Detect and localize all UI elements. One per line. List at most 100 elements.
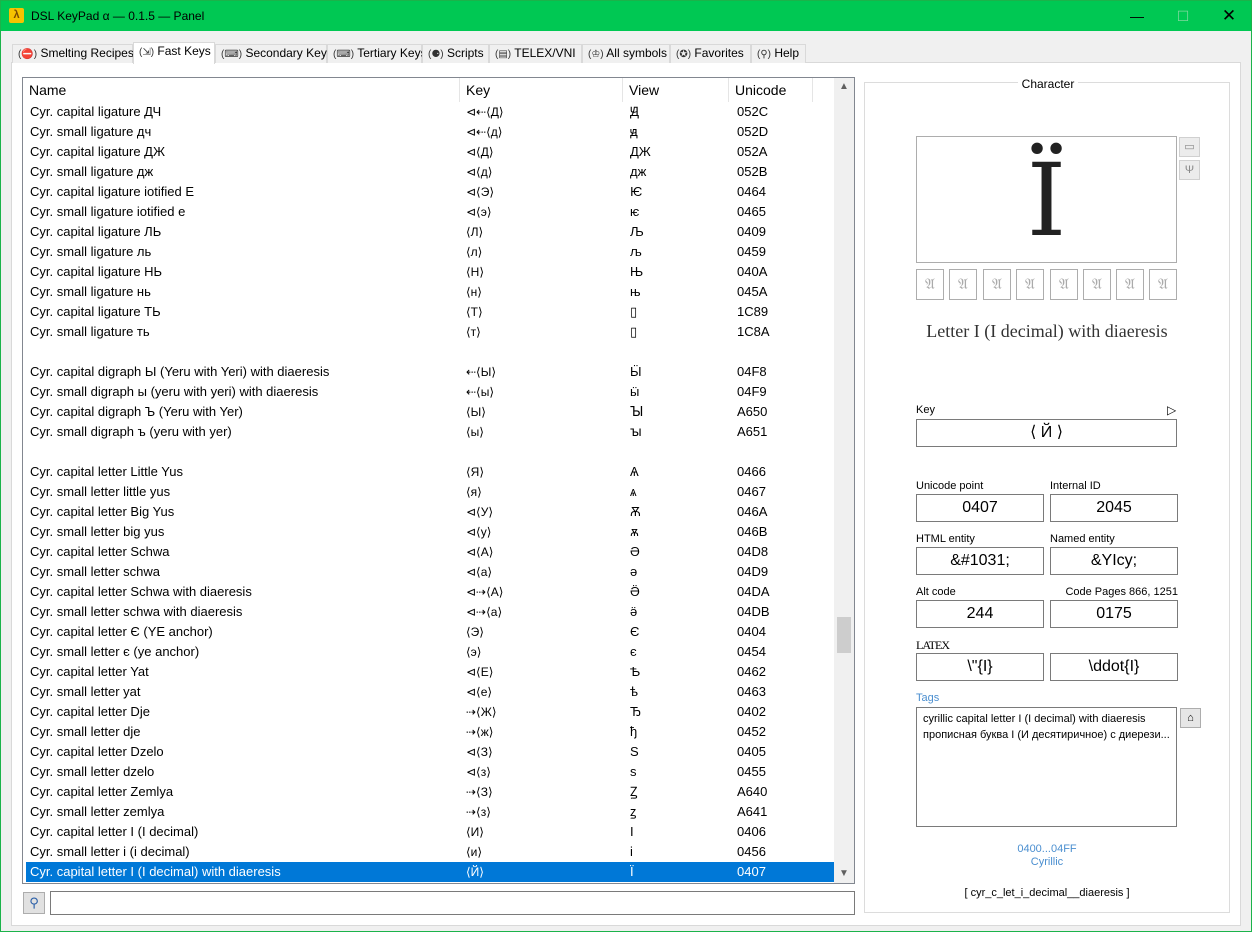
table-row[interactable]: Cyr. small letter little yus ⟨я⟩ ѧ 0467	[26, 482, 835, 502]
table-row[interactable]: Cyr. small letter big yus ⊲⟨у⟩ ѫ 046B	[26, 522, 835, 542]
row-view: ѥ	[630, 204, 640, 219]
table-row[interactable]: Cyr. capital letter I (I decimal) ⟨И⟩ І 040…	[26, 822, 835, 842]
table-row[interactable]: Cyr. small letter zemlya ⇢⟨з⟩ ꙁ A641	[26, 802, 835, 822]
table-row[interactable]: Cyr. small ligature iotified e ⊲⟨э⟩ ѥ 0465	[26, 202, 835, 222]
tab-all-symbols[interactable]: (♔) All symbols	[582, 44, 670, 63]
minimize-button[interactable]: —	[1114, 1, 1160, 31]
key-field[interactable]: ⟨ Й ⟩	[916, 419, 1177, 447]
maximize-button[interactable]: ☐	[1160, 1, 1206, 31]
tab-help[interactable]: (⚲) Help	[751, 44, 806, 63]
symbol-list[interactable]: Name Key View Unicode Cyr. capital ligat…	[22, 77, 855, 884]
column-header-key[interactable]: Key	[460, 78, 623, 102]
table-row[interactable]: Cyr. capital digraph Ы (Yeru with Yeri) …	[26, 362, 835, 382]
glyph-variant[interactable]: 𝔄	[1016, 269, 1044, 300]
internal-code-name: [ cyr_c_let_i_decimal__diaeresis ]	[964, 887, 1130, 899]
glyph-variant[interactable]: 𝔄	[1116, 269, 1144, 300]
table-row[interactable]: Cyr. small letter yat ⊲⟨е⟩ ѣ 0463	[26, 682, 835, 702]
glyph-variant[interactable]: 𝔄	[916, 269, 944, 300]
table-row[interactable]: Cyr. small digraph ы (yeru with yeri) wi…	[26, 382, 835, 402]
named-entity-field[interactable]: &YIcy;	[1050, 547, 1178, 575]
row-name: Cyr. small letter little yus	[30, 484, 171, 499]
table-row[interactable]: Cyr. capital letter Zemlya ⇢⟨З⟩ Ꙁ A640	[26, 782, 835, 802]
html-entity-field[interactable]: &#1031;	[916, 547, 1044, 575]
column-header-view[interactable]: View	[623, 78, 729, 102]
table-row[interactable]: Cyr. capital ligature ТЬ ⟨Т⟩ ▯ 1C89	[26, 302, 835, 322]
table-row[interactable]: Cyr. small ligature нь ⟨н⟩ њ 045A	[26, 282, 835, 302]
column-header-name[interactable]: Name	[23, 78, 460, 102]
tab-secondary-keys[interactable]: (⌨) Secondary Keys	[215, 44, 333, 63]
play-arrow-icon[interactable]: ▷	[1167, 403, 1176, 417]
code-pages-field[interactable]: 0175	[1050, 600, 1178, 628]
table-row[interactable]: Cyr. small letter dje ⇢⟨ж⟩ ђ 0452	[26, 722, 835, 742]
book-icon[interactable]: ▭	[1179, 137, 1200, 157]
glyph-variant[interactable]: 𝔄	[983, 269, 1011, 300]
scroll-down-icon[interactable]: ▼	[834, 865, 854, 883]
table-row[interactable]: Cyr. capital ligature iotified E ⊲⟨Э⟩ Ѥ 046…	[26, 182, 835, 202]
row-unicode: 0452	[737, 724, 766, 739]
table-row[interactable]: Cyr. capital letter Little Yus ⟨Я⟩ Ѧ 0466	[26, 462, 835, 482]
table-row[interactable]: Cyr. small ligature дч ⊲⇠⟨д⟩ ԭ 052D	[26, 122, 835, 142]
search-input[interactable]	[50, 891, 855, 915]
table-row[interactable]: Cyr. small ligature ть ⟨т⟩ ▯ 1C8A	[26, 322, 835, 342]
row-name: Cyr. small letter i (i decimal)	[30, 844, 190, 859]
scroll-thumb[interactable]	[837, 617, 851, 653]
row-name: Cyr. capital letter Yat	[30, 664, 149, 679]
glyph-variant[interactable]: 𝔄	[1149, 269, 1177, 300]
table-row[interactable]: Cyr. capital letter Yat ⊲⟨Е⟩ Ѣ 0462	[26, 662, 835, 682]
tab-smelting-recipes[interactable]: (⛔) Smelting Recipes	[12, 44, 134, 63]
alt-code-field[interactable]: 244	[916, 600, 1044, 628]
scroll-up-icon[interactable]: ▲	[834, 78, 854, 96]
table-row[interactable]: Cyr. capital ligature ДЧ ⊲⇠⟨Д⟩ Ԭ 052C	[26, 102, 835, 122]
tag-icon[interactable]: ⌂	[1180, 708, 1201, 728]
table-row[interactable]: Cyr. small letter є (ye anchor) ⟨э⟩ є 0454	[26, 642, 835, 662]
tab-scripts[interactable]: (⚈) Scripts	[422, 44, 489, 63]
row-unicode: 0465	[737, 204, 766, 219]
table-row[interactable]: Cyr. capital ligature ЛЬ ⟨Л⟩ Љ 0409	[26, 222, 835, 242]
table-row[interactable]: Cyr. capital letter Schwa ⊲⟨А⟩ Ә 04D8	[26, 542, 835, 562]
row-name: Cyr. small ligature нь	[30, 284, 151, 299]
table-row[interactable]: Cyr. capital letter I (I decimal) with d…	[26, 862, 835, 882]
table-row[interactable]: Cyr. capital letter Dje ⇢⟨Ж⟩ Ђ 0402	[26, 702, 835, 722]
table-row[interactable]: Cyr. small letter schwa with diaeresis ⊲⇢…	[26, 602, 835, 622]
row-unicode: 04DB	[737, 604, 770, 619]
tags-box[interactable]: cyrillic capital letter I (I decimal) wi…	[916, 707, 1177, 827]
table-row[interactable]: Cyr. small ligature дж ⊲⟨д⟩ дж 052B	[26, 162, 835, 182]
latex-text-field[interactable]: \"{I}	[916, 653, 1044, 681]
column-header-unicode[interactable]: Unicode	[729, 78, 813, 102]
tab-favorites[interactable]: (✪) Favorites	[670, 44, 751, 63]
list-scrollbar[interactable]: ▲ ▼	[834, 78, 854, 883]
table-row[interactable]: Cyr. capital ligature ДЖ ⊲⟨Д⟩ ДЖ 052A	[26, 142, 835, 162]
table-row[interactable]: Cyr. capital ligature НЬ ⟨Н⟩ Њ 040A	[26, 262, 835, 282]
row-view: Ꙁ	[630, 784, 638, 799]
tab-fast-keys[interactable]: (⇲) Fast Keys	[133, 42, 215, 64]
table-row[interactable]: Cyr. capital letter Schwa with diaeresis…	[26, 582, 835, 602]
close-button[interactable]: ✕	[1206, 1, 1252, 31]
table-row[interactable]: Cyr. small letter schwa ⊲⟨а⟩ ә 04D9	[26, 562, 835, 582]
table-row[interactable]: Cyr. small ligature ль ⟨л⟩ љ 0459	[26, 242, 835, 262]
table-row[interactable]: Cyr. capital letter Є (YE anchor) ⟨Э⟩ Є 040…	[26, 622, 835, 642]
search-button[interactable]: ⚲	[23, 892, 45, 914]
unicode-point-field[interactable]: 0407	[916, 494, 1044, 522]
psi-font-icon[interactable]: Ψ	[1179, 160, 1200, 180]
row-unicode: A641	[737, 804, 768, 819]
table-row[interactable]	[26, 342, 835, 362]
table-row[interactable]: Cyr. small letter dzelo ⊲⟨з⟩ ѕ 0455	[26, 762, 835, 782]
table-row[interactable]: Cyr. capital digraph Ъ (Yeru with Yer) ⟨Ы…	[26, 402, 835, 422]
tab-telex-vni[interactable]: (▤) TELEX/VNI	[489, 44, 582, 63]
table-row[interactable]: Cyr. small digraph ъ (yeru with yer) ⟨ы⟩ ꙑ…	[26, 422, 835, 442]
title-bar[interactable]: λ DSL KeyPad α — 0.1.5 — Panel — ☐ ✕	[1, 1, 1251, 31]
glyph-variant[interactable]: 𝔄	[1050, 269, 1078, 300]
glyph-variant[interactable]: 𝔄	[949, 269, 977, 300]
table-row[interactable]	[26, 442, 835, 462]
internal-id-field[interactable]: 2045	[1050, 494, 1178, 522]
table-row[interactable]: Cyr. small letter i (i decimal) ⟨и⟩ і 0456	[26, 842, 835, 862]
tab-tertiary-keys[interactable]: (⌨) Tertiary Keys	[327, 44, 427, 63]
table-row[interactable]: Cyr. capital letter Big Yus ⊲⟨У⟩ Ѫ 046A	[26, 502, 835, 522]
latex-math-field[interactable]: \ddot{I}	[1050, 653, 1178, 681]
row-key: ⊲⟨з⟩	[466, 765, 491, 779]
unicode-block-link[interactable]: 0400...04FF Cyrillic	[866, 843, 1228, 869]
row-name: Cyr. capital ligature ДЧ	[30, 104, 162, 119]
table-row[interactable]: Cyr. capital letter Dzelo ⊲⟨З⟩ Ѕ 0405	[26, 742, 835, 762]
glyph-variant[interactable]: 𝔄	[1083, 269, 1111, 300]
row-key: ⟨я⟩	[466, 485, 482, 499]
